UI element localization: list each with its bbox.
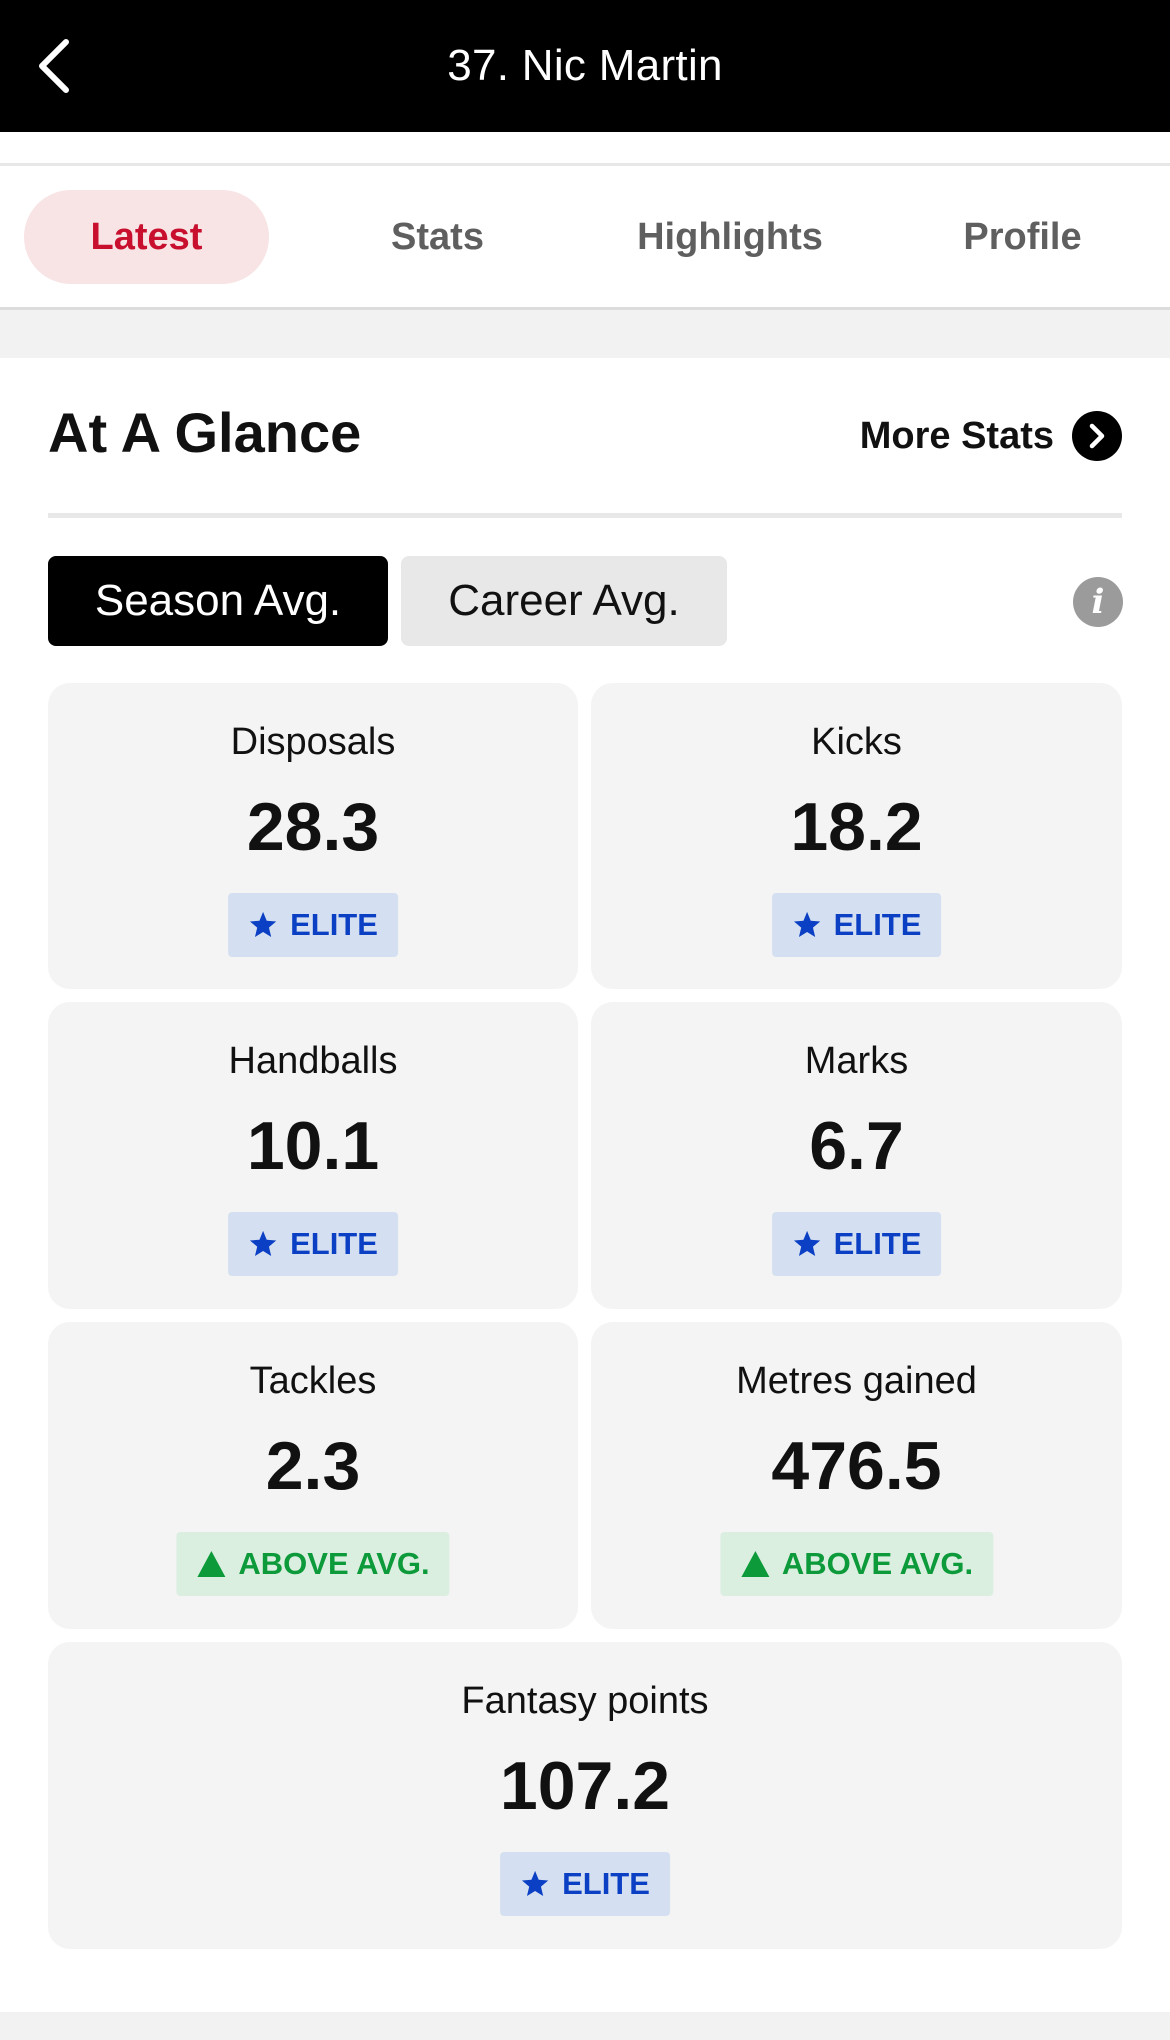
top-bar: 37. Nic Martin	[0, 0, 1170, 132]
stat-label: Metres gained	[736, 1360, 977, 1402]
stat-label: Disposals	[230, 721, 396, 763]
chevron-left-icon	[39, 39, 69, 93]
above-avg-badge: ABOVE AVG.	[719, 1532, 994, 1596]
divider	[48, 513, 1122, 518]
star-icon	[792, 910, 822, 940]
stat-card-tackles: Tackles 2.3 ABOVE AVG.	[48, 1322, 578, 1629]
stat-card-fantasy-points: Fantasy points 107.2 ELITE	[48, 1642, 1122, 1949]
back-button[interactable]	[18, 30, 90, 102]
stat-value: 18.2	[790, 789, 923, 865]
stat-value: 10.1	[246, 1108, 380, 1184]
star-icon	[248, 910, 278, 940]
section-title: At A Glance	[48, 401, 362, 464]
stat-label: Kicks	[811, 721, 902, 763]
tab-highlights[interactable]: Highlights	[610, 190, 850, 284]
stat-card-kicks: Kicks 18.2 ELITE	[591, 683, 1122, 989]
page-title: 37. Nic Martin	[447, 41, 723, 90]
stat-value: 476.5	[771, 1428, 942, 1504]
stat-card-metres-gained: Metres gained 476.5 ABOVE AVG.	[591, 1322, 1122, 1629]
badge-label: ELITE	[290, 907, 378, 942]
tab-latest[interactable]: Latest	[24, 190, 269, 284]
badge-label: ELITE	[290, 1226, 378, 1261]
more-stats-link[interactable]: More Stats	[860, 411, 1122, 461]
stat-value: 2.3	[265, 1428, 361, 1504]
triangle-up-icon	[740, 1550, 770, 1578]
elite-badge: ELITE	[228, 1212, 398, 1276]
stat-card-marks: Marks 6.7 ELITE	[591, 1002, 1122, 1309]
stat-label: Tackles	[249, 1360, 377, 1402]
star-icon	[520, 1869, 550, 1899]
elite-badge: ELITE	[771, 893, 942, 957]
elite-badge: ELITE	[771, 1212, 942, 1276]
above-avg-badge: ABOVE AVG.	[176, 1532, 450, 1596]
season-avg-toggle[interactable]: Season Avg.	[48, 556, 388, 646]
tab-profile[interactable]: Profile	[905, 190, 1140, 284]
elite-badge: ELITE	[500, 1852, 670, 1916]
stat-label: Marks	[804, 1040, 909, 1082]
badge-label: ELITE	[833, 1226, 922, 1261]
stat-card-handballs: Handballs 10.1 ELITE	[48, 1002, 578, 1309]
badge-label: ABOVE AVG.	[781, 1546, 974, 1581]
tab-bar: Latest Stats Highlights Profile	[0, 166, 1170, 307]
stat-value: 6.7	[809, 1108, 904, 1184]
stat-label: Handballs	[228, 1040, 398, 1082]
section-spacer	[0, 2012, 1170, 2040]
tab-stats[interactable]: Stats	[320, 190, 555, 284]
more-stats-label: More Stats	[859, 414, 1054, 457]
star-icon	[792, 1229, 822, 1259]
stat-value: 107.2	[499, 1748, 671, 1824]
career-avg-toggle[interactable]: Career Avg.	[401, 556, 727, 646]
stat-card-disposals: Disposals 28.3 ELITE	[48, 683, 578, 989]
triangle-up-icon	[196, 1550, 226, 1578]
badge-label: ABOVE AVG.	[238, 1546, 430, 1581]
section-spacer	[0, 310, 1170, 358]
info-icon[interactable]: i	[1073, 577, 1123, 627]
chevron-right-circle-icon	[1072, 411, 1122, 461]
stat-label: Fantasy points	[461, 1680, 709, 1722]
badge-label: ELITE	[833, 907, 922, 942]
badge-label: ELITE	[562, 1866, 650, 1901]
star-icon	[248, 1229, 278, 1259]
elite-badge: ELITE	[228, 893, 398, 957]
stat-value: 28.3	[246, 789, 380, 865]
